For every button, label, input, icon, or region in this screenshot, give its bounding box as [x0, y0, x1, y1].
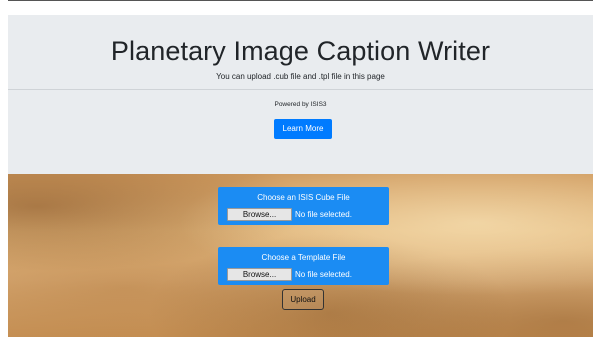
header-jumbotron: Planetary Image Caption Writer You can u… — [8, 15, 593, 174]
upload-button[interactable]: Upload — [282, 289, 324, 310]
template-file-picker: Choose a Template File Browse... No file… — [218, 247, 389, 285]
cube-file-picker: Choose an ISIS Cube File Browse... No fi… — [218, 187, 389, 225]
learn-more-button[interactable]: Learn More — [274, 119, 332, 139]
top-rule — [8, 0, 593, 15]
page-title: Planetary Image Caption Writer — [110, 36, 491, 66]
page: Planetary Image Caption Writer You can u… — [0, 0, 593, 337]
cube-file-label: Choose an ISIS Cube File — [257, 193, 350, 202]
cube-browse-button[interactable]: Browse... — [227, 208, 292, 221]
powered-by-text: Powered by ISIS3 — [274, 101, 327, 108]
header-divider — [8, 89, 593, 90]
cube-file-status: No file selected. — [295, 210, 352, 219]
template-file-label: Choose a Template File — [261, 253, 346, 262]
template-browse-button[interactable]: Browse... — [227, 268, 292, 281]
page-subtitle: You can upload .cub file and .tpl file i… — [216, 72, 385, 81]
template-file-status: No file selected. — [295, 270, 352, 279]
